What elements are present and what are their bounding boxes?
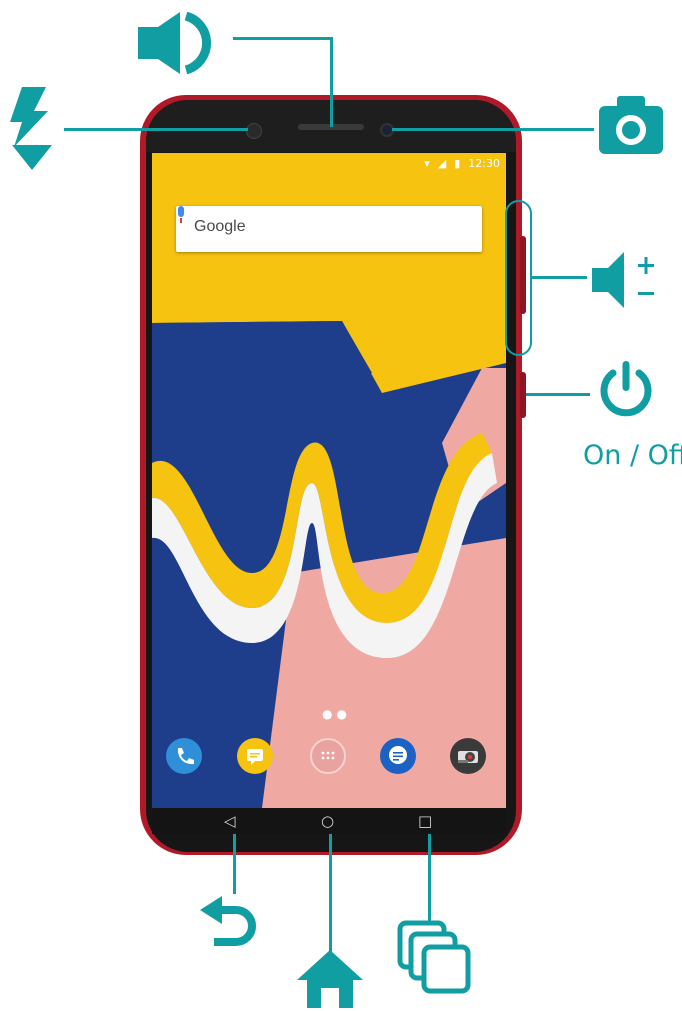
app-drawer-button[interactable] — [310, 738, 346, 774]
nav-back-button[interactable]: ◁ — [224, 808, 236, 834]
volume-highlight — [505, 200, 532, 356]
camera-icon — [458, 751, 478, 763]
sms-app-icon[interactable] — [380, 738, 416, 774]
mic-icon[interactable] — [176, 206, 186, 224]
camera-icon — [599, 96, 663, 154]
status-time: 12:30 — [468, 157, 500, 170]
back-callout-line — [233, 834, 236, 894]
flash-icon — [10, 87, 52, 170]
sms-icon — [389, 746, 407, 764]
volume-icon — [592, 252, 654, 308]
page-indicator: ●● — [322, 707, 351, 721]
camera-callout-line — [392, 128, 594, 131]
speaker-icon — [138, 12, 212, 74]
navigation-bar: ◁ ○ □ — [152, 808, 506, 834]
nav-recents-button[interactable]: □ — [418, 808, 432, 834]
volume-callout-line — [532, 276, 587, 279]
speaker-callout-line — [330, 37, 333, 127]
phone-app-icon[interactable] — [166, 738, 202, 774]
signal-icon: ◢ — [437, 157, 447, 170]
proximity-sensor — [246, 123, 262, 139]
wifi-icon: ▾ — [424, 157, 430, 170]
power-callout-line — [526, 393, 590, 396]
messages-app-icon[interactable] — [237, 738, 273, 774]
power-label: On / Off — [583, 440, 682, 471]
home-icon — [297, 950, 363, 1008]
messages-icon — [247, 749, 263, 765]
flash-callout-line — [64, 128, 248, 131]
power-icon — [600, 361, 652, 417]
google-logo: Google — [194, 218, 246, 235]
camera-app-icon[interactable] — [450, 738, 486, 774]
phone-icon — [177, 748, 194, 765]
battery-icon: ▮ — [454, 157, 461, 170]
google-search-widget[interactable]: Google — [176, 206, 482, 252]
recents-icon — [397, 920, 471, 994]
status-bar: ▾ ◢ ▮ 12:30 — [424, 157, 500, 170]
home-screen: ▾ ◢ ▮ 12:30 Google ●● — [152, 153, 506, 808]
nav-home-button[interactable]: ○ — [321, 808, 334, 834]
recents-callout-line — [428, 834, 431, 924]
app-drawer-icon — [321, 751, 335, 760]
speaker-callout-line — [233, 37, 332, 40]
back-arrow-icon — [200, 896, 256, 946]
home-callout-line — [329, 834, 332, 952]
